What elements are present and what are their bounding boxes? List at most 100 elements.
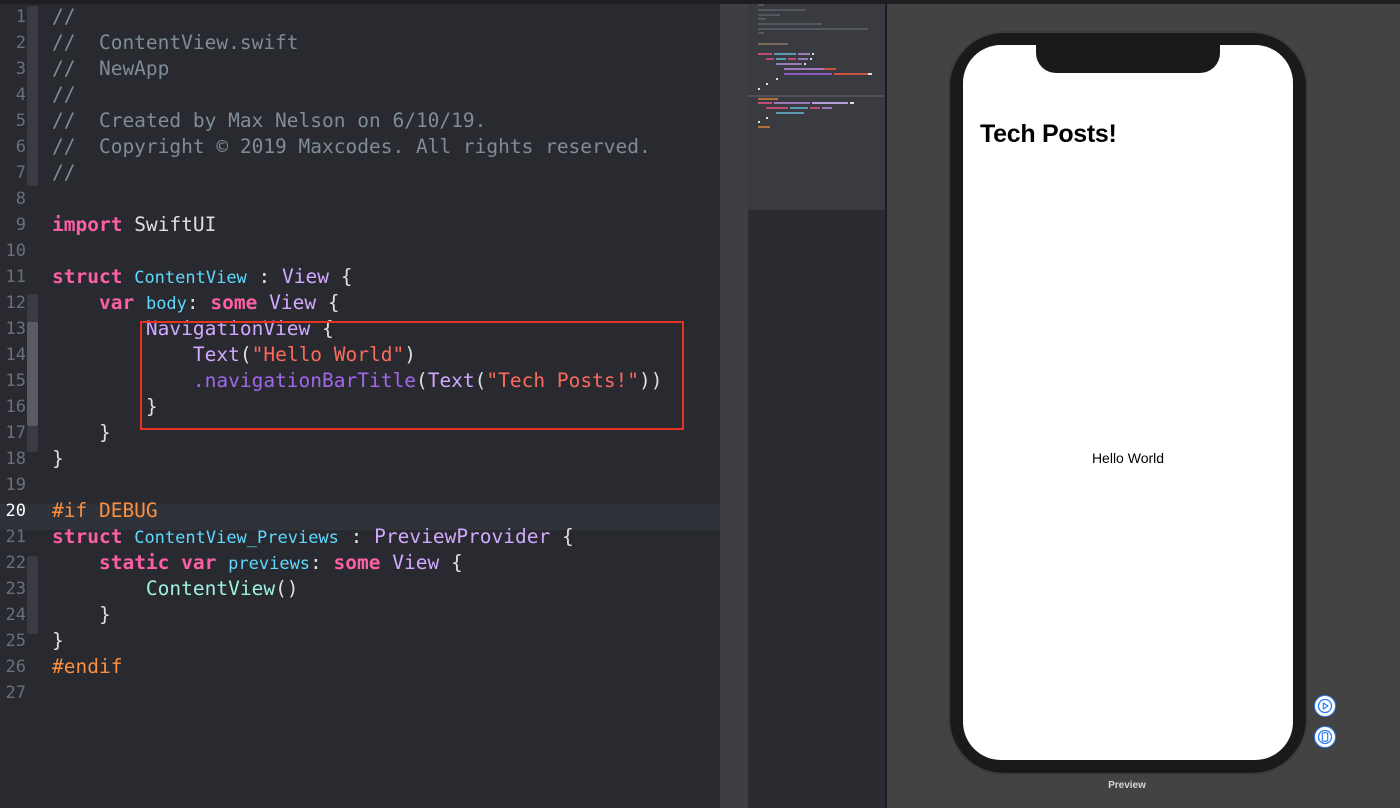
minimap-stroke [758,18,766,20]
minimap-stroke [824,68,836,70]
minimap-stroke [798,53,810,55]
code-line[interactable]: // [52,160,75,186]
minimap-stroke [758,32,764,34]
line-number: 11 [5,267,26,287]
minimap-stroke [758,14,780,16]
code-token: // Created by Max Nelson on 6/10/19. [52,109,487,132]
line-number: 23 [5,579,26,599]
code-token: // [52,83,76,106]
code-token: () [275,577,299,600]
preview-canvas: Tech Posts! Hello World Preview [887,0,1400,808]
minimap-stroke [758,28,868,30]
line-number: 1 [15,7,26,27]
line-number: 9 [15,215,26,235]
code-line[interactable]: import SwiftUI [52,212,216,238]
minimap-stroke [798,58,808,60]
minimap-stroke [850,102,854,104]
device-screen[interactable]: Tech Posts! Hello World [963,45,1293,760]
minimap-stroke [758,88,760,90]
minimap-visible-region[interactable] [748,0,886,210]
change-indicator-bar[interactable] [27,426,38,452]
device-settings-button[interactable] [1314,726,1336,748]
code-line[interactable]: } [52,602,111,628]
code-line[interactable]: var body: some View { [52,290,340,317]
code-token: body [145,294,187,314]
code-token: : [186,291,211,314]
line-number: 6 [15,137,26,157]
minimap-stroke [758,121,760,123]
change-indicator-bar[interactable] [27,556,38,634]
code-token: // [52,5,76,28]
code-token: // ContentView.swift [52,31,299,54]
change-indicator-bar[interactable] [27,294,38,324]
line-number: 10 [5,241,26,261]
code-token: } [52,603,111,626]
line-number: 20 [5,501,26,521]
line-number: 3 [15,59,26,79]
code-token: #if DEBUG [52,499,158,522]
minimap-stroke [810,58,812,60]
code-line[interactable]: #endif [52,654,122,680]
code-line[interactable]: struct ContentView : View { [52,264,352,291]
code-line[interactable]: // Created by Max Nelson on 6/10/19. [52,108,486,134]
code-token: // [52,161,76,184]
line-number: 19 [5,475,26,495]
editor-divider[interactable] [720,0,748,808]
minimap-stroke [758,43,788,45]
hello-world-text: Hello World [1091,450,1165,466]
change-indicator-bar[interactable] [27,6,38,186]
minimap-stroke [766,107,788,109]
minimap-stroke [774,53,796,55]
minimap-stroke [758,9,806,11]
line-number: 14 [5,345,26,365]
device-notch [1036,45,1220,73]
minimap-stroke [776,58,786,60]
line-number: 2 [15,33,26,53]
code-line[interactable]: } [52,628,64,654]
minimap-stroke [758,126,770,128]
code-token: previews [228,554,311,574]
code-token: ContentView [134,268,247,288]
code-token: var [181,551,217,574]
code-line[interactable]: // [52,4,75,30]
minimap-stroke [776,112,804,114]
code-token: struct [52,265,123,288]
code-editor[interactable]: 1 2 3 4 5 6 7 8 9 10 11 12 13 14 15 16 17 18 19 20 21 22 23 24 2… [0,0,720,808]
minimap[interactable] [748,0,886,808]
line-number: 7 [15,163,26,183]
code-line[interactable]: struct ContentView_Previews : PreviewPro… [52,524,574,551]
code-token: some [333,551,381,574]
code-line[interactable]: } [52,446,64,472]
code-line[interactable]: #if DEBUG [52,498,158,524]
code-line[interactable]: static var previews: some View { [52,550,463,577]
code-token: ContentView_Previews [134,528,339,548]
line-number: 21 [5,527,26,547]
code-token: } [52,447,64,470]
change-indicator-bar[interactable] [27,322,38,426]
code-line[interactable]: ContentView() [52,576,299,602]
line-number: 4 [15,85,26,105]
minimap-stroke [812,53,814,55]
code-line[interactable]: } [52,420,111,446]
line-number: 8 [15,189,26,209]
code-line[interactable]: // Copyright © 2019 Maxcodes. All rights… [52,134,651,160]
line-number: 26 [5,657,26,677]
code-token: } [52,629,64,652]
line-number: 15 [5,371,26,391]
minimap-stroke [748,95,886,97]
code-token: SwiftUI [122,213,217,236]
code-token: View [269,291,317,314]
code-line[interactable]: // NewApp [52,56,169,82]
live-preview-button[interactable] [1314,695,1336,717]
code-line[interactable]: // ContentView.swift [52,30,299,56]
code-token: PreviewProvider [374,525,551,548]
code-line[interactable]: // [52,82,75,108]
